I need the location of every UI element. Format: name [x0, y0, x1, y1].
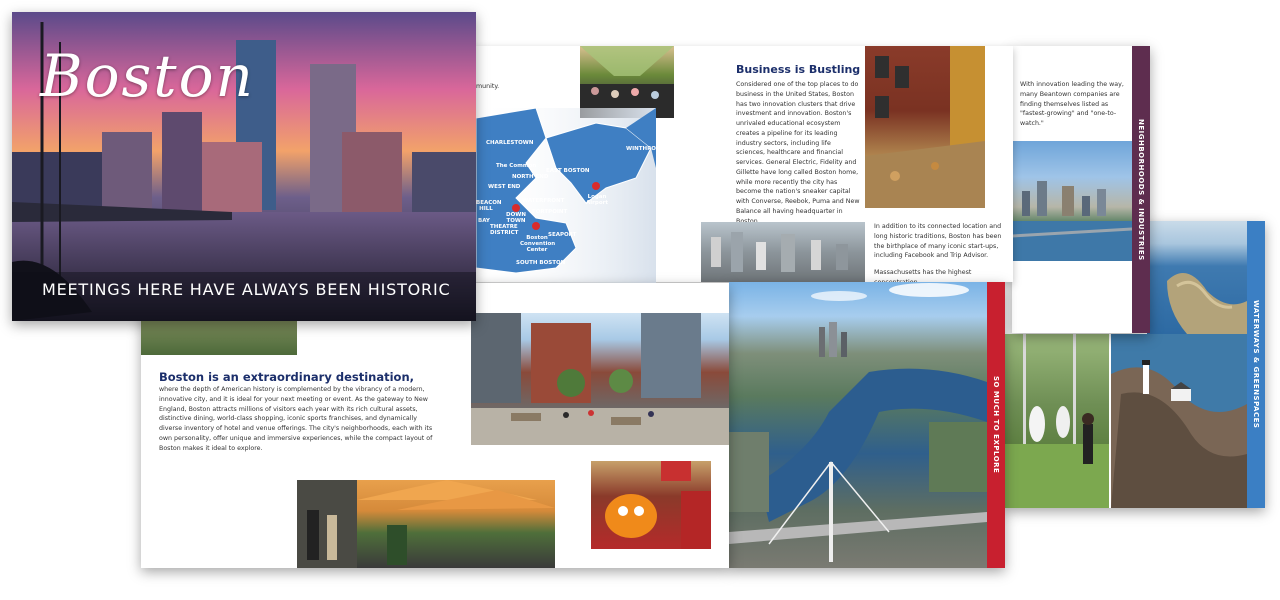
explore-tab: SO MUCH TO EXPLORE — [987, 282, 1005, 568]
neighborhoods-tab-label: NEIGHBORHOODS & INDUSTRIES — [1137, 118, 1145, 261]
map-label-seaport: SEAPORT — [548, 232, 577, 238]
park-swings-photo — [1003, 334, 1109, 508]
island-illustration — [1167, 273, 1247, 334]
map-label-charlestown: CHARLESTOWN — [486, 140, 534, 146]
explore-tab-label: SO MUCH TO EXPLORE — [992, 376, 1000, 474]
waterways-tab: WATERWAYS & GREENSPACES — [1247, 221, 1265, 508]
lighthouse-aerial-photo — [1111, 334, 1247, 508]
cover-script-title: Boston — [40, 42, 255, 110]
neighborhoods-tab: NEIGHBORHOODS & INDUSTRIES — [1132, 46, 1150, 333]
lion-dance-illustration — [605, 461, 711, 549]
business-heading: Business is Bustling — [736, 63, 861, 76]
water-strip-photo — [141, 321, 297, 355]
neighborhoods-page: With innovation leading the way, many Be… — [1012, 46, 1150, 333]
harbor-island-photo — [1147, 221, 1247, 334]
map-label-bay: BAY — [478, 218, 490, 224]
map-label-beacon-hill: BEACON HILL — [476, 200, 502, 213]
lighthouse-illustration — [1111, 334, 1247, 508]
map-label-theatre-district: THEATRE DISTRICT — [490, 224, 519, 237]
business-body: Considered one of the top places to do b… — [736, 81, 860, 225]
swings-illustration — [1003, 334, 1109, 508]
plaza-illustration — [471, 313, 729, 445]
map-page: munity. CHARLESTOWN The Common NORTH END… — [475, 46, 730, 288]
map-label-east-boston: EAST BOSTON — [546, 168, 590, 174]
intro-heading: Boston is an extraordinary destination, — [159, 370, 415, 384]
brick-street-photo — [865, 46, 985, 208]
map-label-downtown: DOWN TOWN — [506, 212, 526, 225]
map-label-winthrop: WINTHROP — [626, 146, 661, 152]
brick-street-illustration — [865, 46, 985, 208]
skyline-illustration — [1012, 181, 1132, 261]
plaza-photo — [471, 313, 729, 445]
map-label-south-boston: SOUTH BOSTON — [516, 260, 566, 266]
outdoor-dining-photo — [297, 480, 555, 568]
dining-illustration — [297, 480, 555, 568]
map-label-fortpoint: FORTPOINT — [532, 209, 568, 215]
business-body-3: Massachusetts has the highest concentrat… — [874, 269, 972, 282]
map-label-logan-airport: Logan Airport — [586, 194, 608, 207]
aerial-illustration — [729, 283, 987, 562]
map-label-north-end: NORTH END — [512, 174, 549, 180]
business-body-2: In addition to its connected location an… — [874, 223, 1002, 260]
lion-dance-photo — [591, 461, 711, 549]
neighborhoods-body: With innovation leading the way, many Be… — [1020, 81, 1124, 127]
skyline-river-photo — [1012, 141, 1132, 261]
map-label-waterfront: WATERFRONT — [522, 198, 565, 204]
intro-page: Boston is an extraordinary destination, … — [141, 283, 729, 568]
intro-body: where the depth of American history is c… — [159, 386, 433, 452]
aerial-city-photo — [729, 282, 987, 568]
waterways-tab-label: WATERWAYS & GREENSPACES — [1252, 300, 1260, 429]
cover-page: Boston MEETINGS HERE HAVE ALWAYS BEEN HI… — [12, 12, 476, 321]
map-label-west-end: WEST END — [488, 184, 521, 190]
map-shapes — [475, 107, 656, 288]
intro-fragment: munity. — [476, 83, 500, 90]
map-label-common: The Common — [496, 163, 537, 169]
explore-page: SO MUCH TO EXPLORE — [729, 282, 1005, 568]
boston-map: CHARLESTOWN The Common NORTH END WEST EN… — [475, 107, 660, 288]
cover-tagline: MEETINGS HERE HAVE ALWAYS BEEN HISTORIC — [42, 280, 451, 299]
